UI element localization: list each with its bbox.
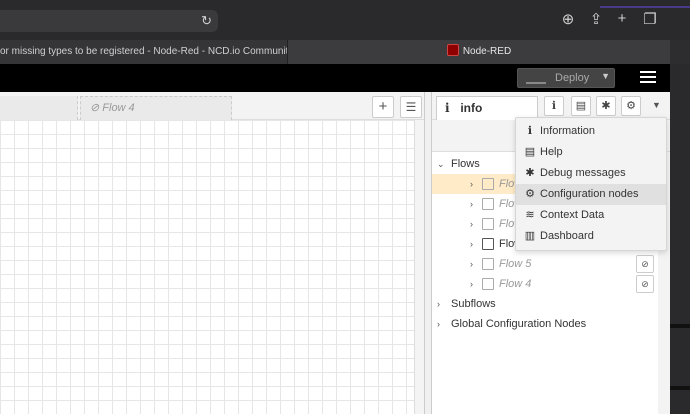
flow-icon [482,178,494,190]
disabled-toggle-icon[interactable]: ⊘ [636,275,654,293]
debug-tab-button[interactable]: ✱ [596,96,616,116]
workspace-scrollbar[interactable] [414,120,424,414]
chevron-right-icon[interactable]: › [470,234,473,254]
gear-icon: ⚙ [525,188,535,200]
sidebar-menu-caret-icon[interactable]: ▼ [652,100,661,110]
list-flows-button[interactable]: ☰ [400,96,422,118]
tree-flow-label: Flow 4 [499,278,532,290]
background-window-edge [670,64,690,414]
help-tab-button[interactable]: ▤ [571,96,591,116]
tree-subflows-group[interactable]: › Subflows [432,294,658,314]
workspace: ⊘ Flow 4 + ☰ [0,92,424,414]
menu-item-label: Information [540,125,596,137]
chevron-right-icon[interactable]: › [470,214,473,234]
chevron-right-icon[interactable]: › [470,194,473,214]
chevron-down-icon[interactable]: ▼ [601,71,610,81]
main-menu-icon[interactable] [640,71,656,86]
browser-tab-community[interactable]: or missing types to be registered - Node… [0,40,288,64]
menu-item-label: Dashboard [540,230,594,242]
sidebar-tab-menu: ℹ Information ▤ Help ✱ Debug messages ⚙ … [515,117,667,251]
tree-flow-item[interactable]: › Flow 5 ⊘ [432,254,658,274]
workspace-tabs: ⊘ Flow 4 + ☰ [0,92,424,120]
node-red-logo-icon [446,44,459,56]
workspace-tab-label: Flow 4 [102,102,135,114]
menu-item-context-data[interactable]: ≋ Context Data [516,205,666,226]
menu-item-information[interactable]: ℹ Information [516,121,666,142]
download-icon[interactable]: ⊕ [558,10,578,28]
disabled-toggle-icon[interactable]: ⊘ [636,255,654,273]
chevron-right-icon[interactable]: › [470,274,473,294]
workspace-tab-flow-4[interactable]: ⊘ Flow 4 [80,96,232,120]
flow-icon [482,258,494,270]
workspace-tab[interactable] [0,96,78,120]
browser-tabbar: or missing types to be registered - Node… [0,40,690,64]
info-icon: i [445,101,450,115]
tree-flow-label: Flow 5 [499,258,532,270]
tab-overview-icon[interactable]: ❐ [640,10,660,28]
menu-item-label: Debug messages [540,167,626,179]
menu-item-dashboard[interactable]: ▥ Dashboard [516,226,666,247]
chevron-down-icon[interactable]: ⌄ [437,154,445,174]
sidebar-resize-handle[interactable] [424,92,432,414]
browser-tab-title: Node-RED [462,46,512,57]
flow-icon [482,238,494,250]
chevron-right-icon[interactable]: › [437,314,440,334]
tree-global-config-group[interactable]: › Global Configuration Nodes [432,314,658,334]
book-icon: ▤ [524,146,536,158]
share-icon[interactable]: ⇪ [586,10,606,28]
menu-item-help[interactable]: ▤ Help [516,142,666,163]
tree-flow-item[interactable]: › Flow 4 ⊘ [432,274,658,294]
sidebar-tab-label: info [460,101,483,115]
browser-tab-nodered[interactable]: Node-RED [288,40,670,64]
window-accent [600,6,690,8]
menu-item-label: Help [540,146,563,158]
bug-icon: ✱ [525,167,535,179]
new-tab-icon[interactable]: + [612,10,632,27]
info-icon: ℹ [527,125,533,137]
menu-item-debug-messages[interactable]: ✱ Debug messages [516,163,666,184]
info-tab-button[interactable]: ℹ [544,96,564,116]
menu-item-configuration-nodes[interactable]: ⚙ Configuration nodes [516,184,666,205]
deploy-icon [526,73,546,84]
database-icon: ≋ [525,209,535,221]
menu-item-label: Configuration nodes [540,188,639,200]
deploy-label: Deploy [555,72,590,84]
chevron-right-icon[interactable]: › [470,254,473,274]
bar-chart-icon: ▥ [524,230,536,242]
tree-label: Subflows [451,298,496,310]
flow-icon [482,198,494,210]
sidebar-header: i info ℹ ▤ ✱ ⚙ ▼ [432,92,670,120]
menu-item-label: Context Data [540,209,605,221]
config-tab-button[interactable]: ⚙ [621,96,641,116]
chevron-right-icon[interactable]: › [437,294,440,314]
flow-icon [482,278,494,290]
node-red-header: Deploy ▼ [0,64,670,92]
address-bar[interactable]: ↻ [0,10,218,32]
add-flow-button[interactable]: + [372,96,394,118]
tree-label: Flows [451,158,480,170]
flow-icon [482,218,494,230]
chevron-right-icon[interactable]: › [470,174,473,194]
deploy-button[interactable]: Deploy ▼ [517,68,615,88]
reload-icon[interactable]: ↻ [201,13,212,29]
browser-toolbar: ↻ ⊕ ⇪ + ❐ [0,0,690,40]
flow-canvas[interactable] [0,120,414,414]
browser-tab-title: or missing types to be registered - Node… [0,46,288,57]
tree-label: Global Configuration Nodes [451,318,587,330]
